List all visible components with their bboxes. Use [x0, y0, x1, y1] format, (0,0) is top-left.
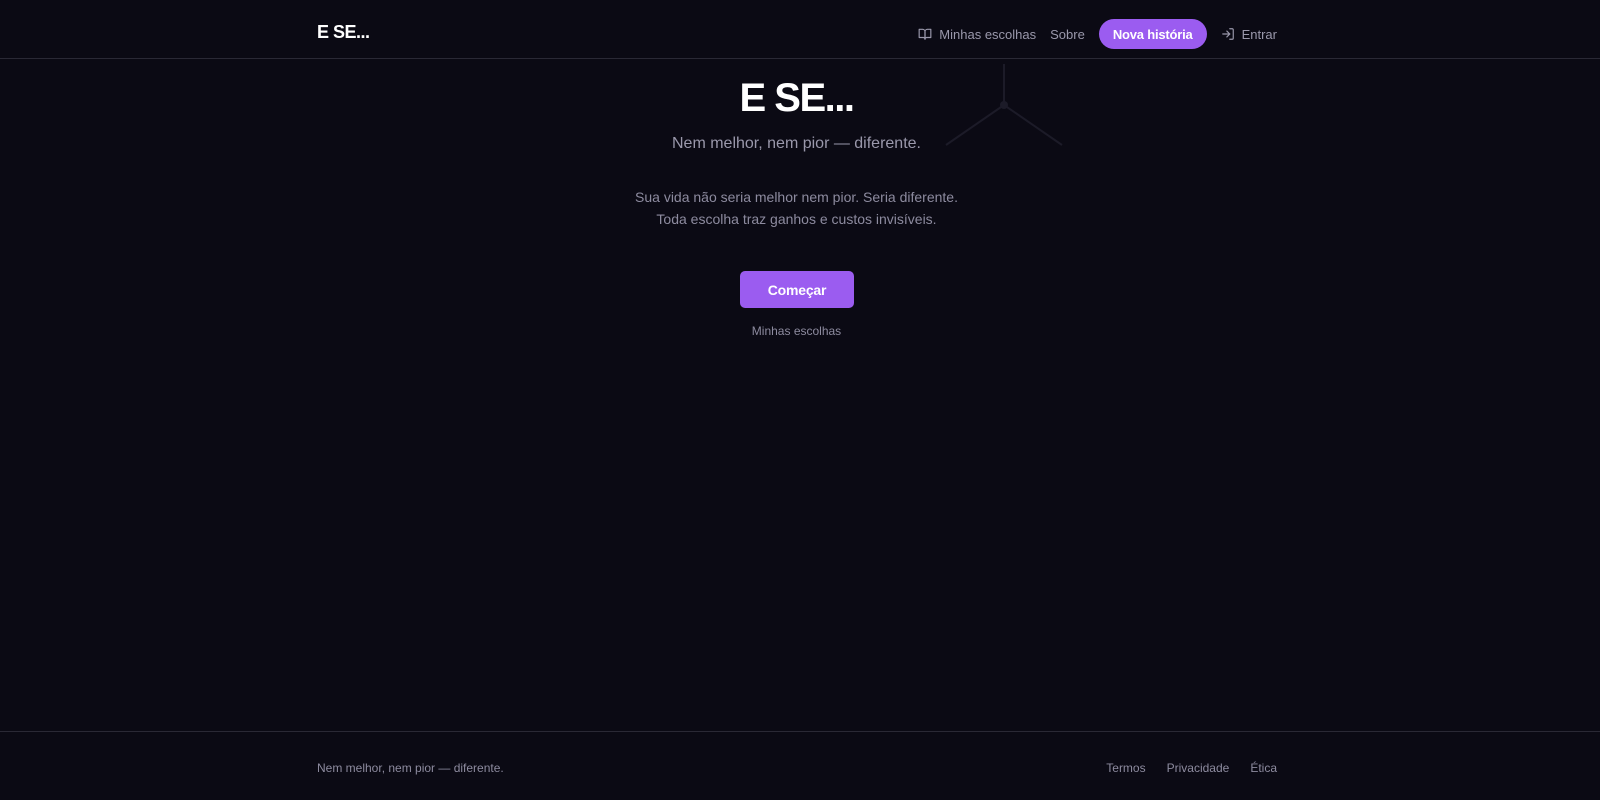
start-button[interactable]: Começar [740, 271, 854, 308]
nav-login-link[interactable]: Entrar [1221, 27, 1277, 42]
footer-tagline: Nem melhor, nem pior — diferente. [317, 761, 504, 775]
brand-logo[interactable]: E SE... [317, 22, 370, 43]
nav-my-choices-label: Minhas escolhas [939, 26, 1037, 42]
log-in-icon [1221, 27, 1235, 41]
nav-about-link[interactable]: Sobre [1050, 27, 1085, 42]
nav-login-label: Entrar [1241, 26, 1277, 42]
top-navbar: E SE... Minhas escolhas Sobre Nova histó… [0, 0, 1600, 59]
page: E SE... Minhas escolhas Sobre Nova histó… [0, 0, 1600, 800]
footer-links: Termos Privacidade Ética [1106, 761, 1277, 775]
footer-link-terms[interactable]: Termos [1106, 761, 1145, 775]
hero-title: E SE... [739, 76, 856, 120]
hero-subtitle: Nem melhor, nem pior — diferente. [672, 135, 921, 152]
footer-link-ethics[interactable]: Ética [1250, 761, 1277, 775]
hero-description-line-1: Sua vida não seria melhor nem pior. Seri… [635, 189, 958, 205]
main-nav: Minhas escolhas Sobre Nova história Entr… [918, 19, 1277, 49]
hero-description: Sua vida não seria melhor nem pior. Seri… [0, 186, 1593, 230]
nav-my-choices-link[interactable]: Minhas escolhas [918, 27, 1036, 42]
hero-description-line-2: Toda escolha traz ganhos e custos invisí… [656, 211, 937, 227]
footer: Nem melhor, nem pior — diferente. Termos… [0, 731, 1600, 800]
my-choices-link: Minhas escolhas [0, 324, 1593, 338]
book-open-icon [918, 27, 932, 41]
footer-link-privacy[interactable]: Privacidade [1167, 761, 1230, 775]
nav-about-label: Sobre [1050, 26, 1085, 42]
new-story-button[interactable]: Nova história [1098, 19, 1207, 49]
my-choices-link-label[interactable]: Minhas escolhas [752, 324, 841, 338]
